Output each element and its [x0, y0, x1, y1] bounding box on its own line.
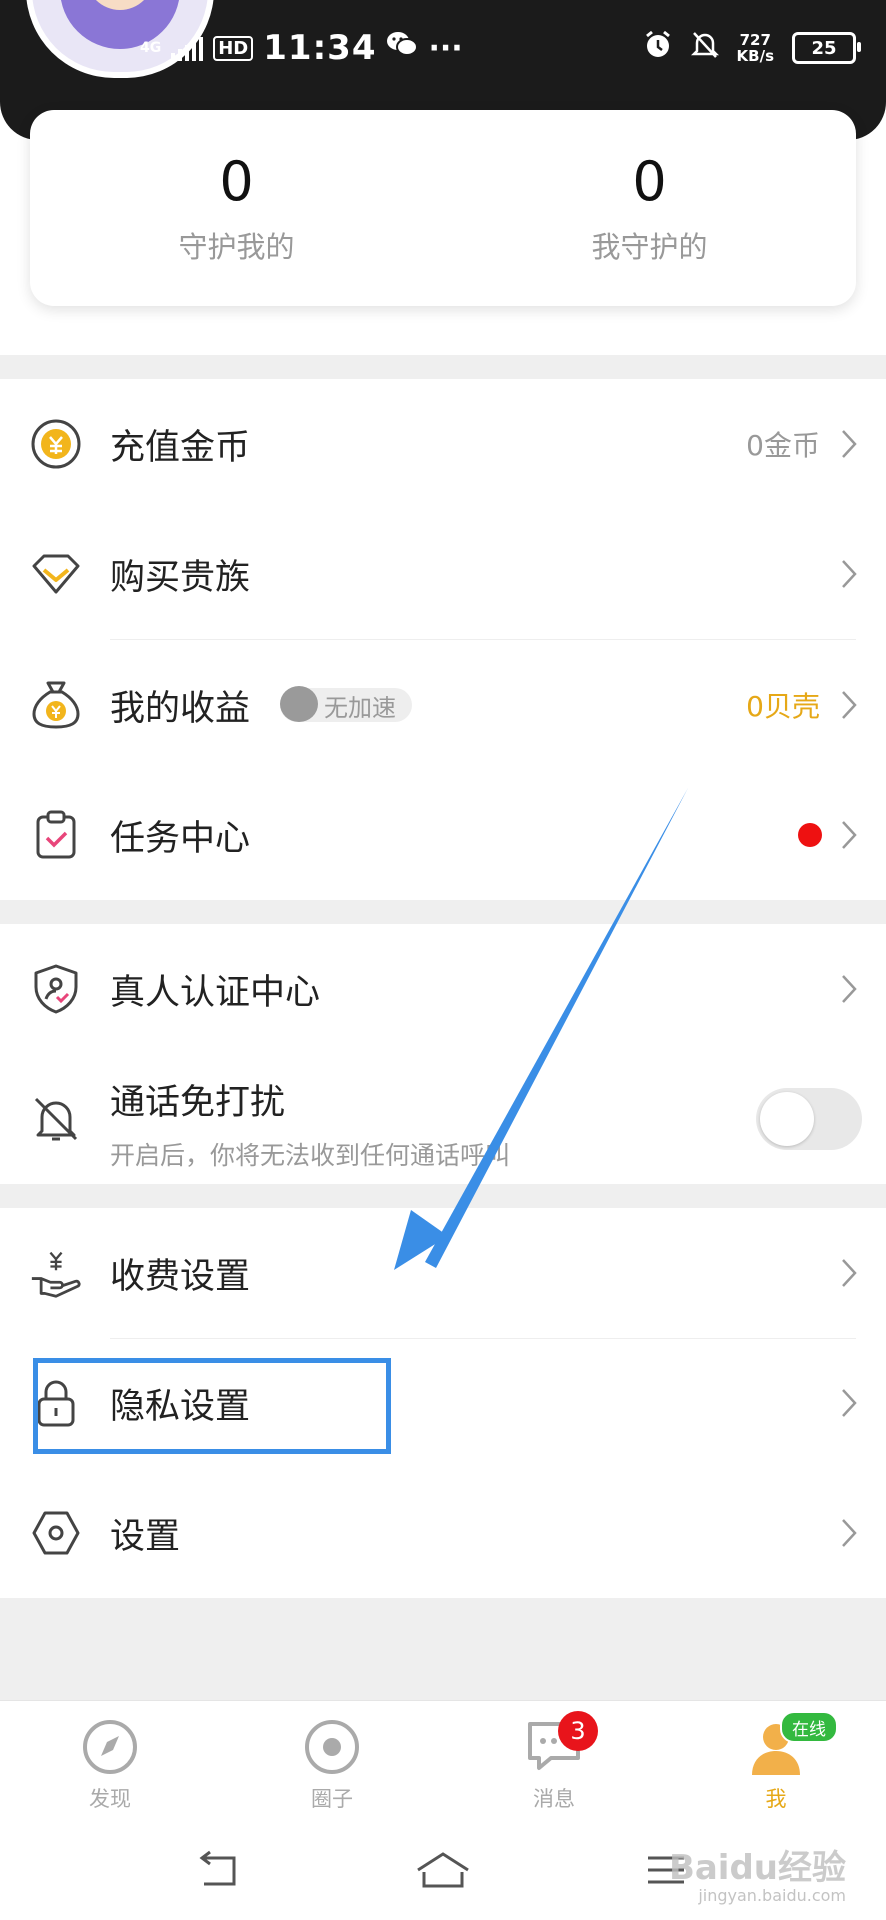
user-avatar-icon: 在线 [746, 1711, 838, 1777]
stat-guard-me[interactable]: 0 守护我的 [30, 110, 443, 306]
tab-messages[interactable]: 3 消息 [484, 1701, 624, 1821]
chevron-right-icon [834, 554, 864, 594]
tab-label: 消息 [533, 1787, 575, 1811]
menu-label: 通话免打扰 [110, 1083, 286, 1123]
chat-bubble-icon: 3 [524, 1711, 598, 1777]
chevron-right-icon [834, 1253, 864, 1293]
empty-background [0, 1598, 886, 1700]
menu-label: 充值金币 [110, 427, 251, 468]
tab-me[interactable]: 在线 我 [706, 1701, 846, 1821]
menu-label: 收费设置 [110, 1256, 251, 1297]
toggle-knob [760, 1092, 814, 1146]
menu-label: 任务中心 [110, 818, 251, 859]
chevron-right-icon [834, 1513, 864, 1553]
mute-bell-icon [690, 30, 719, 67]
money-bag-icon [30, 679, 82, 731]
home-icon[interactable] [413, 1840, 473, 1900]
tab-circle[interactable]: 圈子 [262, 1701, 402, 1821]
stat-value: 0 [219, 150, 254, 213]
network-type: 4G [140, 40, 162, 56]
stat-label: 我守护的 [591, 230, 708, 264]
coin-icon [30, 418, 82, 470]
guard-stats-card: 0 守护我的 0 我守护的 [30, 110, 856, 306]
shell-icon [280, 686, 318, 722]
signal-icon [171, 35, 204, 61]
menu-item-earnings[interactable]: 我的收益 无加速 0贝壳 [0, 640, 886, 770]
battery-level: 25 [811, 37, 837, 59]
menu-label: 我的收益 [110, 688, 251, 729]
net-speed: 727 KB/s [737, 32, 774, 64]
menu-label: 设置 [110, 1516, 181, 1557]
more-notifications-icon: ··· [428, 30, 463, 66]
chevron-right-icon [834, 969, 864, 1009]
diamond-icon [30, 548, 82, 600]
shield-user-icon [30, 963, 82, 1015]
menu-sublabel: 开启后，你将无法收到任何通话呼叫 [110, 1141, 511, 1170]
tag-text: 无加速 [324, 693, 396, 722]
hd-icon: HD [213, 35, 254, 61]
coin-balance: 0金币 [746, 429, 820, 462]
menu-label: 购买贵族 [110, 557, 251, 598]
section-gap [0, 900, 886, 924]
no-boost-tag: 无加速 [280, 686, 412, 722]
battery-icon: 25 [792, 32, 861, 64]
circle-dot-icon [302, 1717, 362, 1777]
menu-item-vip[interactable]: 购买贵族 [0, 509, 886, 639]
status-bar-right: 727 KB/s 25 [643, 26, 861, 70]
bottom-tab-bar: 发现 圈子 3 消息 在线 我 [0, 1700, 886, 1821]
chevron-right-icon [834, 424, 864, 464]
menu-item-dnd: 通话免打扰 开启后，你将无法收到任何通话呼叫 [0, 1054, 886, 1184]
menu-item-settings[interactable]: 设置 [0, 1468, 886, 1598]
section-gap [0, 1184, 886, 1208]
net-speed-unit: KB/s [736, 47, 774, 65]
stat-value: 0 [632, 150, 667, 213]
alarm-icon [643, 30, 673, 67]
highlight-box [33, 1358, 391, 1454]
dnd-toggle[interactable] [756, 1088, 862, 1150]
online-status-badge: 在线 [780, 1711, 838, 1743]
stat-label: 守护我的 [178, 230, 295, 264]
menu-item-fee-settings[interactable]: 收费设置 [0, 1208, 886, 1338]
hand-coin-icon [30, 1247, 82, 1299]
bell-off-icon [30, 1093, 82, 1145]
chevron-right-icon [834, 685, 864, 725]
status-bar-left: 4G HD 11:34 ··· [140, 26, 463, 70]
menu-item-tasks[interactable]: 任务中心 [0, 770, 886, 900]
stat-i-guard[interactable]: 0 我守护的 [443, 110, 856, 306]
menu-item-verification[interactable]: 真人认证中心 [0, 924, 886, 1054]
status-time: 11:34 [263, 28, 377, 68]
unread-dot [798, 823, 822, 847]
chevron-right-icon [834, 815, 864, 855]
hexagon-gear-icon [30, 1507, 82, 1559]
menu-item-recharge[interactable]: 充值金币 0金币 [0, 379, 886, 509]
tab-discover[interactable]: 发现 [40, 1701, 180, 1821]
back-icon[interactable] [190, 1840, 250, 1900]
watermark-brand: Baidu经验 [668, 1848, 846, 1888]
clipboard-icon [30, 809, 82, 861]
chevron-right-icon [834, 1383, 864, 1423]
unread-badge: 3 [558, 1711, 598, 1751]
tab-label: 圈子 [311, 1787, 353, 1811]
shell-balance: 0贝壳 [746, 690, 820, 723]
watermark-url: jingyan.baidu.com [698, 1886, 846, 1905]
menu-label: 真人认证中心 [110, 972, 321, 1013]
tab-label: 我 [765, 1787, 787, 1811]
tab-label: 发现 [89, 1787, 131, 1811]
compass-icon [80, 1717, 140, 1777]
section-gap [0, 355, 886, 379]
wechat-icon [386, 30, 419, 66]
